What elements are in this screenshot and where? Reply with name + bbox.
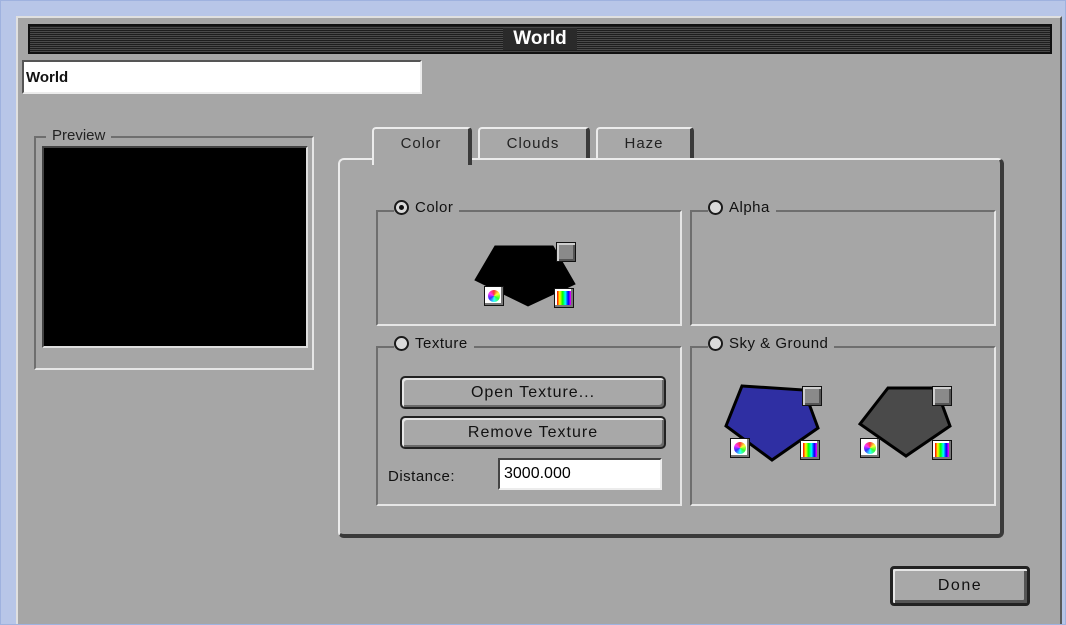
title-bar[interactable]: World — [28, 24, 1052, 54]
color-swatch-icon[interactable] — [556, 242, 576, 262]
open-texture-button[interactable]: Open Texture... — [400, 376, 666, 409]
sky-gradient-icon[interactable] — [800, 440, 820, 460]
tab-color[interactable]: Color — [372, 127, 472, 165]
color-group: Color — [376, 199, 682, 326]
texture-radio-label: Texture — [415, 335, 468, 352]
texture-radio-dot — [394, 336, 409, 351]
tab-clouds[interactable]: Clouds — [478, 127, 590, 161]
ground-color-wheel-icon[interactable] — [860, 438, 880, 458]
alpha-radio[interactable]: Alpha — [708, 199, 776, 216]
distance-label: Distance: — [388, 468, 456, 485]
alpha-radio-label: Alpha — [729, 199, 770, 216]
ground-gradient-icon[interactable] — [932, 440, 952, 460]
alpha-radio-dot — [708, 200, 723, 215]
preview-label: Preview — [46, 127, 112, 145]
alpha-group: Alpha — [690, 199, 996, 326]
sky-color-wheel-icon[interactable] — [730, 438, 750, 458]
color-gradient-icon[interactable] — [554, 288, 574, 308]
color-radio-label: Color — [415, 199, 454, 216]
sky-ground-radio[interactable]: Sky & Ground — [708, 335, 835, 352]
sky-ground-radio-label: Sky & Ground — [729, 335, 829, 352]
color-radio-dot — [394, 200, 409, 215]
window-title: World — [503, 28, 577, 50]
distance-input[interactable] — [498, 458, 662, 490]
name-input[interactable] — [22, 60, 422, 94]
ground-gray-icon[interactable] — [932, 386, 952, 406]
color-wheel-icon[interactable] — [484, 286, 504, 306]
preview-group: Preview — [34, 127, 314, 370]
preview-screen — [42, 146, 308, 348]
tab-haze[interactable]: Haze — [596, 127, 694, 161]
color-radio[interactable]: Color — [394, 199, 460, 216]
sky-ground-radio-dot — [708, 336, 723, 351]
texture-radio[interactable]: Texture — [394, 335, 474, 352]
done-button[interactable]: Done — [890, 566, 1030, 606]
remove-texture-button[interactable]: Remove Texture — [400, 416, 666, 449]
sky-ground-group: Sky & Ground — [690, 335, 996, 506]
sky-gray-icon[interactable] — [802, 386, 822, 406]
